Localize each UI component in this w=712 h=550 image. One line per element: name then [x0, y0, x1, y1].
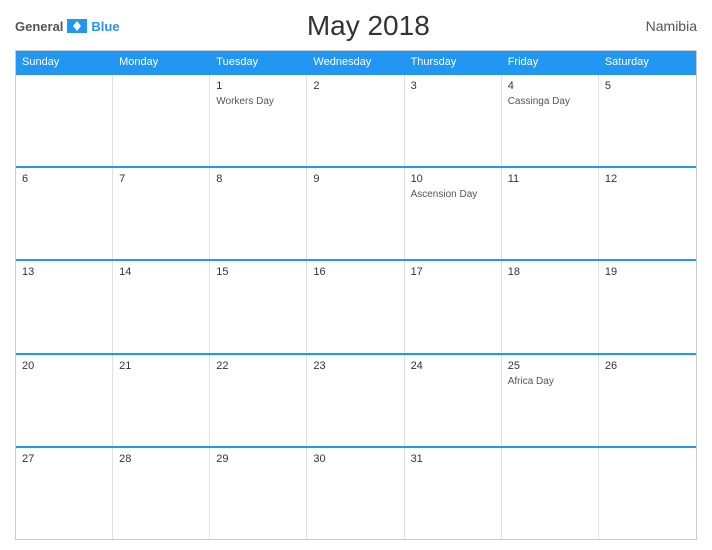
day-cell: 11	[502, 168, 599, 259]
day-cell	[113, 75, 210, 166]
day-header-wednesday: Wednesday	[307, 51, 404, 73]
day-cell: 2	[307, 75, 404, 166]
day-number: 24	[411, 360, 495, 372]
day-header-thursday: Thursday	[405, 51, 502, 73]
day-header-monday: Monday	[113, 51, 210, 73]
day-cell	[599, 448, 696, 539]
day-header-tuesday: Tuesday	[210, 51, 307, 73]
day-number: 5	[605, 80, 690, 92]
day-cell: 1 Workers Day	[210, 75, 307, 166]
day-headers: SundayMondayTuesdayWednesdayThursdayFrid…	[16, 51, 696, 73]
day-event: Cassinga Day	[508, 96, 592, 107]
day-number: 30	[313, 453, 397, 465]
day-cell: 30	[307, 448, 404, 539]
day-cell: 3	[405, 75, 502, 166]
day-cell: 18	[502, 261, 599, 352]
week-row-1: 1 Workers Day 2 3 4 Cassinga Day 5	[16, 73, 696, 166]
day-cell: 26	[599, 355, 696, 446]
day-number: 29	[216, 453, 300, 465]
day-cell: 17	[405, 261, 502, 352]
week-row-4: 20 21 22 23 24 25 Africa Day 26	[16, 353, 696, 446]
day-cell: 21	[113, 355, 210, 446]
day-number: 27	[22, 453, 106, 465]
day-number: 1	[216, 80, 300, 92]
logo-general: General	[15, 19, 63, 34]
day-cell: 13	[16, 261, 113, 352]
day-number: 14	[119, 266, 203, 278]
day-cell: 15	[210, 261, 307, 352]
day-cell: 24	[405, 355, 502, 446]
week-row-3: 13 14 15 16 17 18 19	[16, 259, 696, 352]
day-number: 9	[313, 173, 397, 185]
day-number: 12	[605, 173, 690, 185]
day-number: 17	[411, 266, 495, 278]
day-number: 2	[313, 80, 397, 92]
day-cell: 12	[599, 168, 696, 259]
day-event: Workers Day	[216, 96, 300, 107]
day-number: 10	[411, 173, 495, 185]
day-header-friday: Friday	[502, 51, 599, 73]
day-number: 7	[119, 173, 203, 185]
logo: General Blue	[15, 17, 120, 35]
week-row-5: 27 28 29 30 31	[16, 446, 696, 539]
weeks-container: 1Workers Day234Cassinga Day5678910Ascens…	[16, 73, 696, 539]
day-cell: 9	[307, 168, 404, 259]
day-cell: 23	[307, 355, 404, 446]
day-number: 25	[508, 360, 592, 372]
day-cell: 16	[307, 261, 404, 352]
day-number: 15	[216, 266, 300, 278]
day-number: 23	[313, 360, 397, 372]
day-number: 6	[22, 173, 106, 185]
day-number: 16	[313, 266, 397, 278]
day-number: 21	[119, 360, 203, 372]
day-cell: 22	[210, 355, 307, 446]
day-cell	[502, 448, 599, 539]
day-cell: 4 Cassinga Day	[502, 75, 599, 166]
day-cell: 7	[113, 168, 210, 259]
day-cell: 19	[599, 261, 696, 352]
day-number: 22	[216, 360, 300, 372]
day-number: 8	[216, 173, 300, 185]
day-number: 28	[119, 453, 203, 465]
day-number: 18	[508, 266, 592, 278]
day-number: 20	[22, 360, 106, 372]
day-number: 3	[411, 80, 495, 92]
day-cell: 8	[210, 168, 307, 259]
day-number: 31	[411, 453, 495, 465]
page: General Blue May 2018 Namibia SundayMond…	[0, 0, 712, 550]
day-header-sunday: Sunday	[16, 51, 113, 73]
country-label: Namibia	[617, 18, 697, 34]
day-number: 4	[508, 80, 592, 92]
day-event: Ascension Day	[411, 189, 495, 200]
day-cell: 31	[405, 448, 502, 539]
logo-flag-icon	[67, 19, 87, 33]
calendar-title: May 2018	[120, 10, 617, 42]
day-cell: 28	[113, 448, 210, 539]
week-row-2: 6 7 8 9 10 Ascension Day 11 12	[16, 166, 696, 259]
day-cell: 5	[599, 75, 696, 166]
header: General Blue May 2018 Namibia	[15, 10, 697, 42]
day-number: 26	[605, 360, 690, 372]
day-cell: 27	[16, 448, 113, 539]
day-cell: 20	[16, 355, 113, 446]
day-event: Africa Day	[508, 376, 592, 387]
day-cell	[16, 75, 113, 166]
calendar: SundayMondayTuesdayWednesdayThursdayFrid…	[15, 50, 697, 540]
day-number: 13	[22, 266, 106, 278]
logo-blue: Blue	[91, 19, 119, 34]
day-number: 19	[605, 266, 690, 278]
day-cell: 25 Africa Day	[502, 355, 599, 446]
day-cell: 6	[16, 168, 113, 259]
day-cell: 10 Ascension Day	[405, 168, 502, 259]
day-cell: 14	[113, 261, 210, 352]
day-cell: 29	[210, 448, 307, 539]
day-header-saturday: Saturday	[599, 51, 696, 73]
day-number: 11	[508, 173, 592, 185]
